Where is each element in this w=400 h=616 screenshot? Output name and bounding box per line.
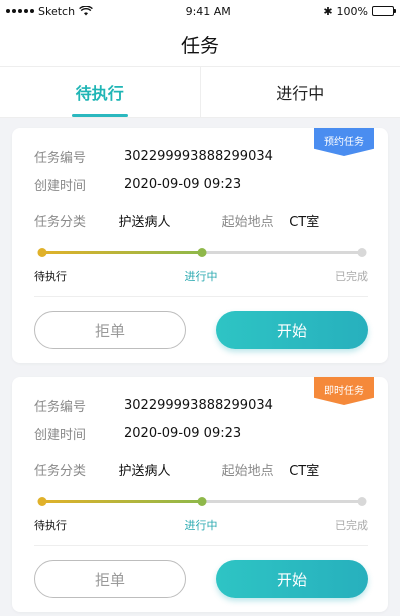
divider <box>34 296 368 297</box>
origin-label: 起始地点 <box>221 214 274 230</box>
tab-pending[interactable]: 待执行 <box>0 67 200 117</box>
reject-button[interactable]: 拒单 <box>34 560 186 598</box>
category-row: 任务分类 护送病人 起始地点 CT室 <box>34 206 368 234</box>
start-button[interactable]: 开始 <box>216 311 368 349</box>
step-labels: 待执行 进行中 已完成 <box>34 268 368 284</box>
battery-icon <box>371 6 396 16</box>
step-label-pending: 待执行 <box>34 270 67 283</box>
created-time-value: 2020-09-09 09:23 <box>124 425 242 441</box>
divider <box>34 545 368 546</box>
origin-label: 起始地点 <box>221 463 274 479</box>
card-actions: 拒单 开始 <box>34 311 368 349</box>
step-label-in-progress: 进行中 <box>184 519 218 532</box>
task-card[interactable]: 预约任务 任务编号 302299993888299034 创建时间 2020-0… <box>12 128 388 363</box>
progress-fill <box>42 500 202 503</box>
created-time-label: 创建时间 <box>34 427 87 443</box>
page-title: 任务 <box>180 34 219 57</box>
status-left: Sketch <box>6 5 93 18</box>
carrier-name: Sketch <box>38 4 76 18</box>
task-id-value: 302299993888299034 <box>124 397 273 413</box>
step-label-completed: 已完成 <box>335 519 368 532</box>
step-dot-completed <box>357 248 367 257</box>
task-id-label: 任务编号 <box>34 399 87 415</box>
created-time-row: 创建时间 2020-09-09 09:23 <box>34 170 368 198</box>
created-time-label: 创建时间 <box>34 178 87 194</box>
task-id-value: 302299993888299034 <box>124 148 273 164</box>
progress-fill <box>42 251 202 254</box>
step-label-in-progress: 进行中 <box>184 270 218 283</box>
step-dot-pending <box>37 497 47 506</box>
battery-percent: 100% <box>336 4 368 18</box>
created-time-value: 2020-09-09 09:23 <box>124 176 242 192</box>
step-label-completed: 已完成 <box>335 270 368 283</box>
created-time-row: 创建时间 2020-09-09 09:23 <box>34 419 368 447</box>
progress-track <box>37 491 367 513</box>
status-right: ✱ 100% <box>323 4 396 18</box>
task-card[interactable]: 即时任务 任务编号 302299993888299034 创建时间 2020-0… <box>12 377 388 612</box>
start-button[interactable]: 开始 <box>216 560 368 598</box>
progress-track <box>37 242 367 264</box>
step-dot-completed <box>357 497 367 506</box>
category-label: 任务分类 <box>34 463 87 479</box>
task-list: 预约任务 任务编号 302299993888299034 创建时间 2020-0… <box>0 118 400 612</box>
task-id-label: 任务编号 <box>34 150 87 166</box>
card-actions: 拒单 开始 <box>34 560 368 598</box>
step-dot-in-progress <box>197 248 207 257</box>
wifi-icon <box>79 6 93 16</box>
category-value: 护送病人 <box>118 214 171 230</box>
nav-bar: 任务 <box>0 22 400 66</box>
bluetooth-icon: ✱ <box>323 4 333 18</box>
step-dot-pending <box>37 248 47 257</box>
reject-button[interactable]: 拒单 <box>34 311 186 349</box>
tab-bar: 待执行 进行中 <box>0 66 400 118</box>
step-labels: 待执行 进行中 已完成 <box>34 517 368 533</box>
category-label: 任务分类 <box>34 214 87 230</box>
status-bar: Sketch 9:41 AM ✱ 100% <box>0 0 400 22</box>
tab-in-progress[interactable]: 进行中 <box>199 67 400 117</box>
step-label-pending: 待执行 <box>34 519 67 532</box>
origin-value: CT室 <box>289 214 320 230</box>
category-value: 护送病人 <box>118 463 171 479</box>
status-time: 9:41 AM <box>185 4 231 18</box>
origin-value: CT室 <box>289 463 320 479</box>
step-dot-in-progress <box>197 497 207 506</box>
category-row: 任务分类 护送病人 起始地点 CT室 <box>34 455 368 483</box>
signal-icon <box>6 9 34 13</box>
